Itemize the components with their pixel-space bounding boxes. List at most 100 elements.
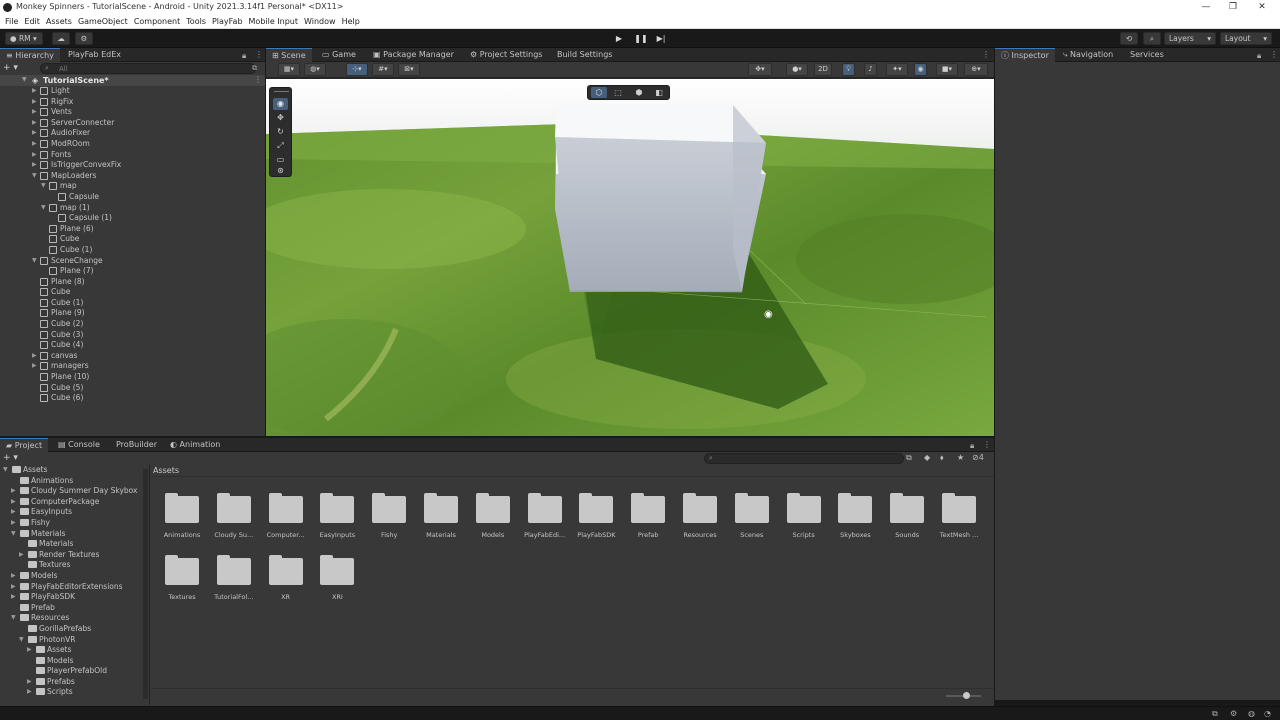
asset-folder[interactable]: Cloudy Su...	[209, 493, 259, 539]
hierarchy-item[interactable]: ▶ Vents	[0, 107, 265, 118]
expand-arrow-icon[interactable]: ▼	[19, 635, 24, 646]
tab-build-settings[interactable]: Build Settings	[551, 48, 618, 62]
menu-tools[interactable]: Tools	[183, 15, 209, 29]
asset-folder[interactable]: Prefab	[623, 493, 673, 539]
visibility-toggle[interactable]: ◉	[914, 63, 927, 76]
collapse-arrow-icon[interactable]: ▶	[32, 351, 37, 362]
menu-window[interactable]: Window	[301, 15, 339, 29]
scene-row[interactable]: ▼ ◈ TutorialScene* ⋮	[0, 75, 265, 86]
hierarchy-item[interactable]: Capsule (1)	[0, 213, 265, 224]
hierarchy-item[interactable]: ▶ Light	[0, 86, 265, 97]
expand-arrow-icon[interactable]: ▼	[41, 203, 46, 214]
collapse-arrow-icon[interactable]: ▶	[32, 128, 37, 139]
hierarchy-item[interactable]: Cube (6)	[0, 393, 265, 404]
view-tool-button[interactable]: ◉	[273, 98, 288, 110]
hierarchy-item[interactable]: Plane (6)	[0, 224, 265, 235]
more-icon[interactable]: ⋮	[982, 50, 990, 59]
camera-settings-button[interactable]: ■▾	[936, 63, 958, 76]
expand-arrow-icon[interactable]: ▼	[11, 529, 16, 540]
hierarchy-item[interactable]: ▼ SceneChange	[0, 256, 265, 267]
palette-handle[interactable]	[274, 91, 289, 92]
tab-game[interactable]: ▭ Game	[316, 48, 362, 62]
label-tag-icon[interactable]: ⬧	[940, 453, 944, 463]
asset-folder[interactable]: Materials	[416, 493, 466, 539]
collapse-arrow-icon[interactable]: ▶	[32, 150, 37, 161]
hierarchy-item[interactable]: Cube (1)	[0, 298, 265, 309]
hierarchy-search-input[interactable]: ⌕ All	[40, 63, 256, 74]
effects-toggle[interactable]: ✦▾	[886, 63, 908, 76]
expand-arrow-icon[interactable]: ▼	[3, 465, 8, 476]
account-dropdown[interactable]: ● RM ▾	[5, 32, 43, 45]
folder-tree-item[interactable]: ▶ Prefabs	[0, 677, 148, 688]
folder-tree-item[interactable]: ▶ Models	[0, 571, 148, 582]
maximize-button[interactable]: ❐	[1223, 1, 1243, 13]
folder-tree-item[interactable]: ▶ ComputerPackage	[0, 497, 148, 508]
probuilder-button[interactable]: ⬢	[631, 87, 647, 98]
notifications-icon[interactable]: ◔	[1264, 709, 1271, 718]
collapse-arrow-icon[interactable]: ▶	[32, 107, 37, 118]
folder-tree-item[interactable]: ▼ PhotonVR	[0, 635, 148, 646]
asset-folder[interactable]: XR	[261, 555, 311, 601]
hidden-packages-toggle[interactable]: ⊘4	[972, 453, 984, 462]
tab-playfab-edex[interactable]: PlayFab EdEx	[62, 48, 127, 62]
pivot-button[interactable]: ⊹▾	[346, 63, 368, 76]
expand-arrow-icon[interactable]: ▼	[32, 171, 37, 182]
hierarchy-item[interactable]: Cube	[0, 234, 265, 245]
tab-package-manager[interactable]: ▣ Package Manager	[367, 48, 460, 62]
rect-tool-button[interactable]: ▭	[273, 154, 288, 166]
collapse-arrow-icon[interactable]: ▶	[11, 497, 16, 508]
hierarchy-item[interactable]: Cube	[0, 287, 265, 298]
menu-file[interactable]: File	[0, 15, 21, 29]
increment-snap-button[interactable]: ⊠▾	[398, 63, 420, 76]
tab-hierarchy[interactable]: ≡ Hierarchy	[0, 48, 60, 62]
asset-folder[interactable]: TutorialFol...	[209, 555, 259, 601]
collapse-arrow-icon[interactable]: ▶	[11, 571, 16, 582]
play-button[interactable]: ▶	[610, 32, 628, 45]
asset-folder[interactable]: Computer...	[261, 493, 311, 539]
folder-tree-item[interactable]: Animations	[0, 476, 148, 487]
hierarchy-item[interactable]: Plane (7)	[0, 266, 265, 277]
history-button[interactable]: ⟲	[1120, 32, 1138, 45]
layout-dropdown[interactable]: Layout ▾	[1220, 32, 1272, 45]
hierarchy-item[interactable]: Cube (4)	[0, 340, 265, 351]
folder-tree-item[interactable]: Prefab	[0, 603, 148, 614]
hierarchy-item[interactable]: ▶ canvas	[0, 351, 265, 362]
hierarchy-item[interactable]: Cube (2)	[0, 319, 265, 330]
collapse-arrow-icon[interactable]: ▶	[11, 518, 16, 529]
tab-services[interactable]: Services	[1124, 48, 1170, 62]
render-mode-button[interactable]: ◍▾	[304, 63, 326, 76]
folder-tree-item[interactable]: PlayerPrefabOld	[0, 666, 148, 677]
asset-folder[interactable]: PlayFabSDK	[571, 493, 621, 539]
layers-dropdown[interactable]: Layers ▾	[1164, 32, 1216, 45]
asset-folder[interactable]: PlayFabEdi...	[520, 493, 570, 539]
tab-project[interactable]: ▰ Project	[0, 438, 49, 452]
folder-tree-item[interactable]: ▶ Scripts	[0, 687, 148, 698]
tab-probuilder[interactable]: ProBuilder	[110, 438, 163, 452]
folder-tree-item[interactable]: ▼ Resources	[0, 613, 148, 624]
tab-scene[interactable]: ⊞ Scene	[266, 48, 312, 62]
asset-folder[interactable]: Scenes	[727, 493, 777, 539]
scene-menu-icon[interactable]: ⋮	[254, 75, 262, 84]
lock-icon[interactable]: 🔒︎	[1257, 51, 1261, 61]
asset-folder[interactable]: Scripts	[779, 493, 829, 539]
filter-icon[interactable]: ⧉	[252, 64, 257, 73]
sync-icon[interactable]: ⧉	[1212, 709, 1218, 719]
progress-icon[interactable]: ◍	[1248, 709, 1255, 718]
collapse-arrow-icon[interactable]: ▶	[32, 97, 37, 108]
search-button[interactable]: ⌕	[1143, 32, 1161, 45]
folder-tree-item[interactable]: ▶ Render Textures	[0, 550, 148, 561]
hierarchy-item[interactable]: ▼ map (1)	[0, 203, 265, 214]
grid-snap-button[interactable]: #▾	[372, 63, 394, 76]
expand-arrow-icon[interactable]: ▼	[41, 181, 46, 192]
asset-folder[interactable]: Animations	[157, 493, 207, 539]
collapse-arrow-icon[interactable]: ▶	[27, 687, 32, 698]
gizmos-button[interactable]: ⊕▾	[964, 63, 988, 76]
project-search-input[interactable]: ⌕	[704, 453, 904, 464]
hierarchy-item[interactable]: ▶ Fonts	[0, 150, 265, 161]
menu-assets[interactable]: Assets	[43, 15, 75, 29]
hierarchy-item[interactable]: ▶ IsTriggerConvexFix	[0, 160, 265, 171]
cloud-button[interactable]: ☁	[52, 32, 70, 45]
hierarchy-item[interactable]: ▶ AudioFixer	[0, 128, 265, 139]
hierarchy-item[interactable]: ▶ ModROom	[0, 139, 265, 150]
asset-folder[interactable]: Models	[468, 493, 518, 539]
